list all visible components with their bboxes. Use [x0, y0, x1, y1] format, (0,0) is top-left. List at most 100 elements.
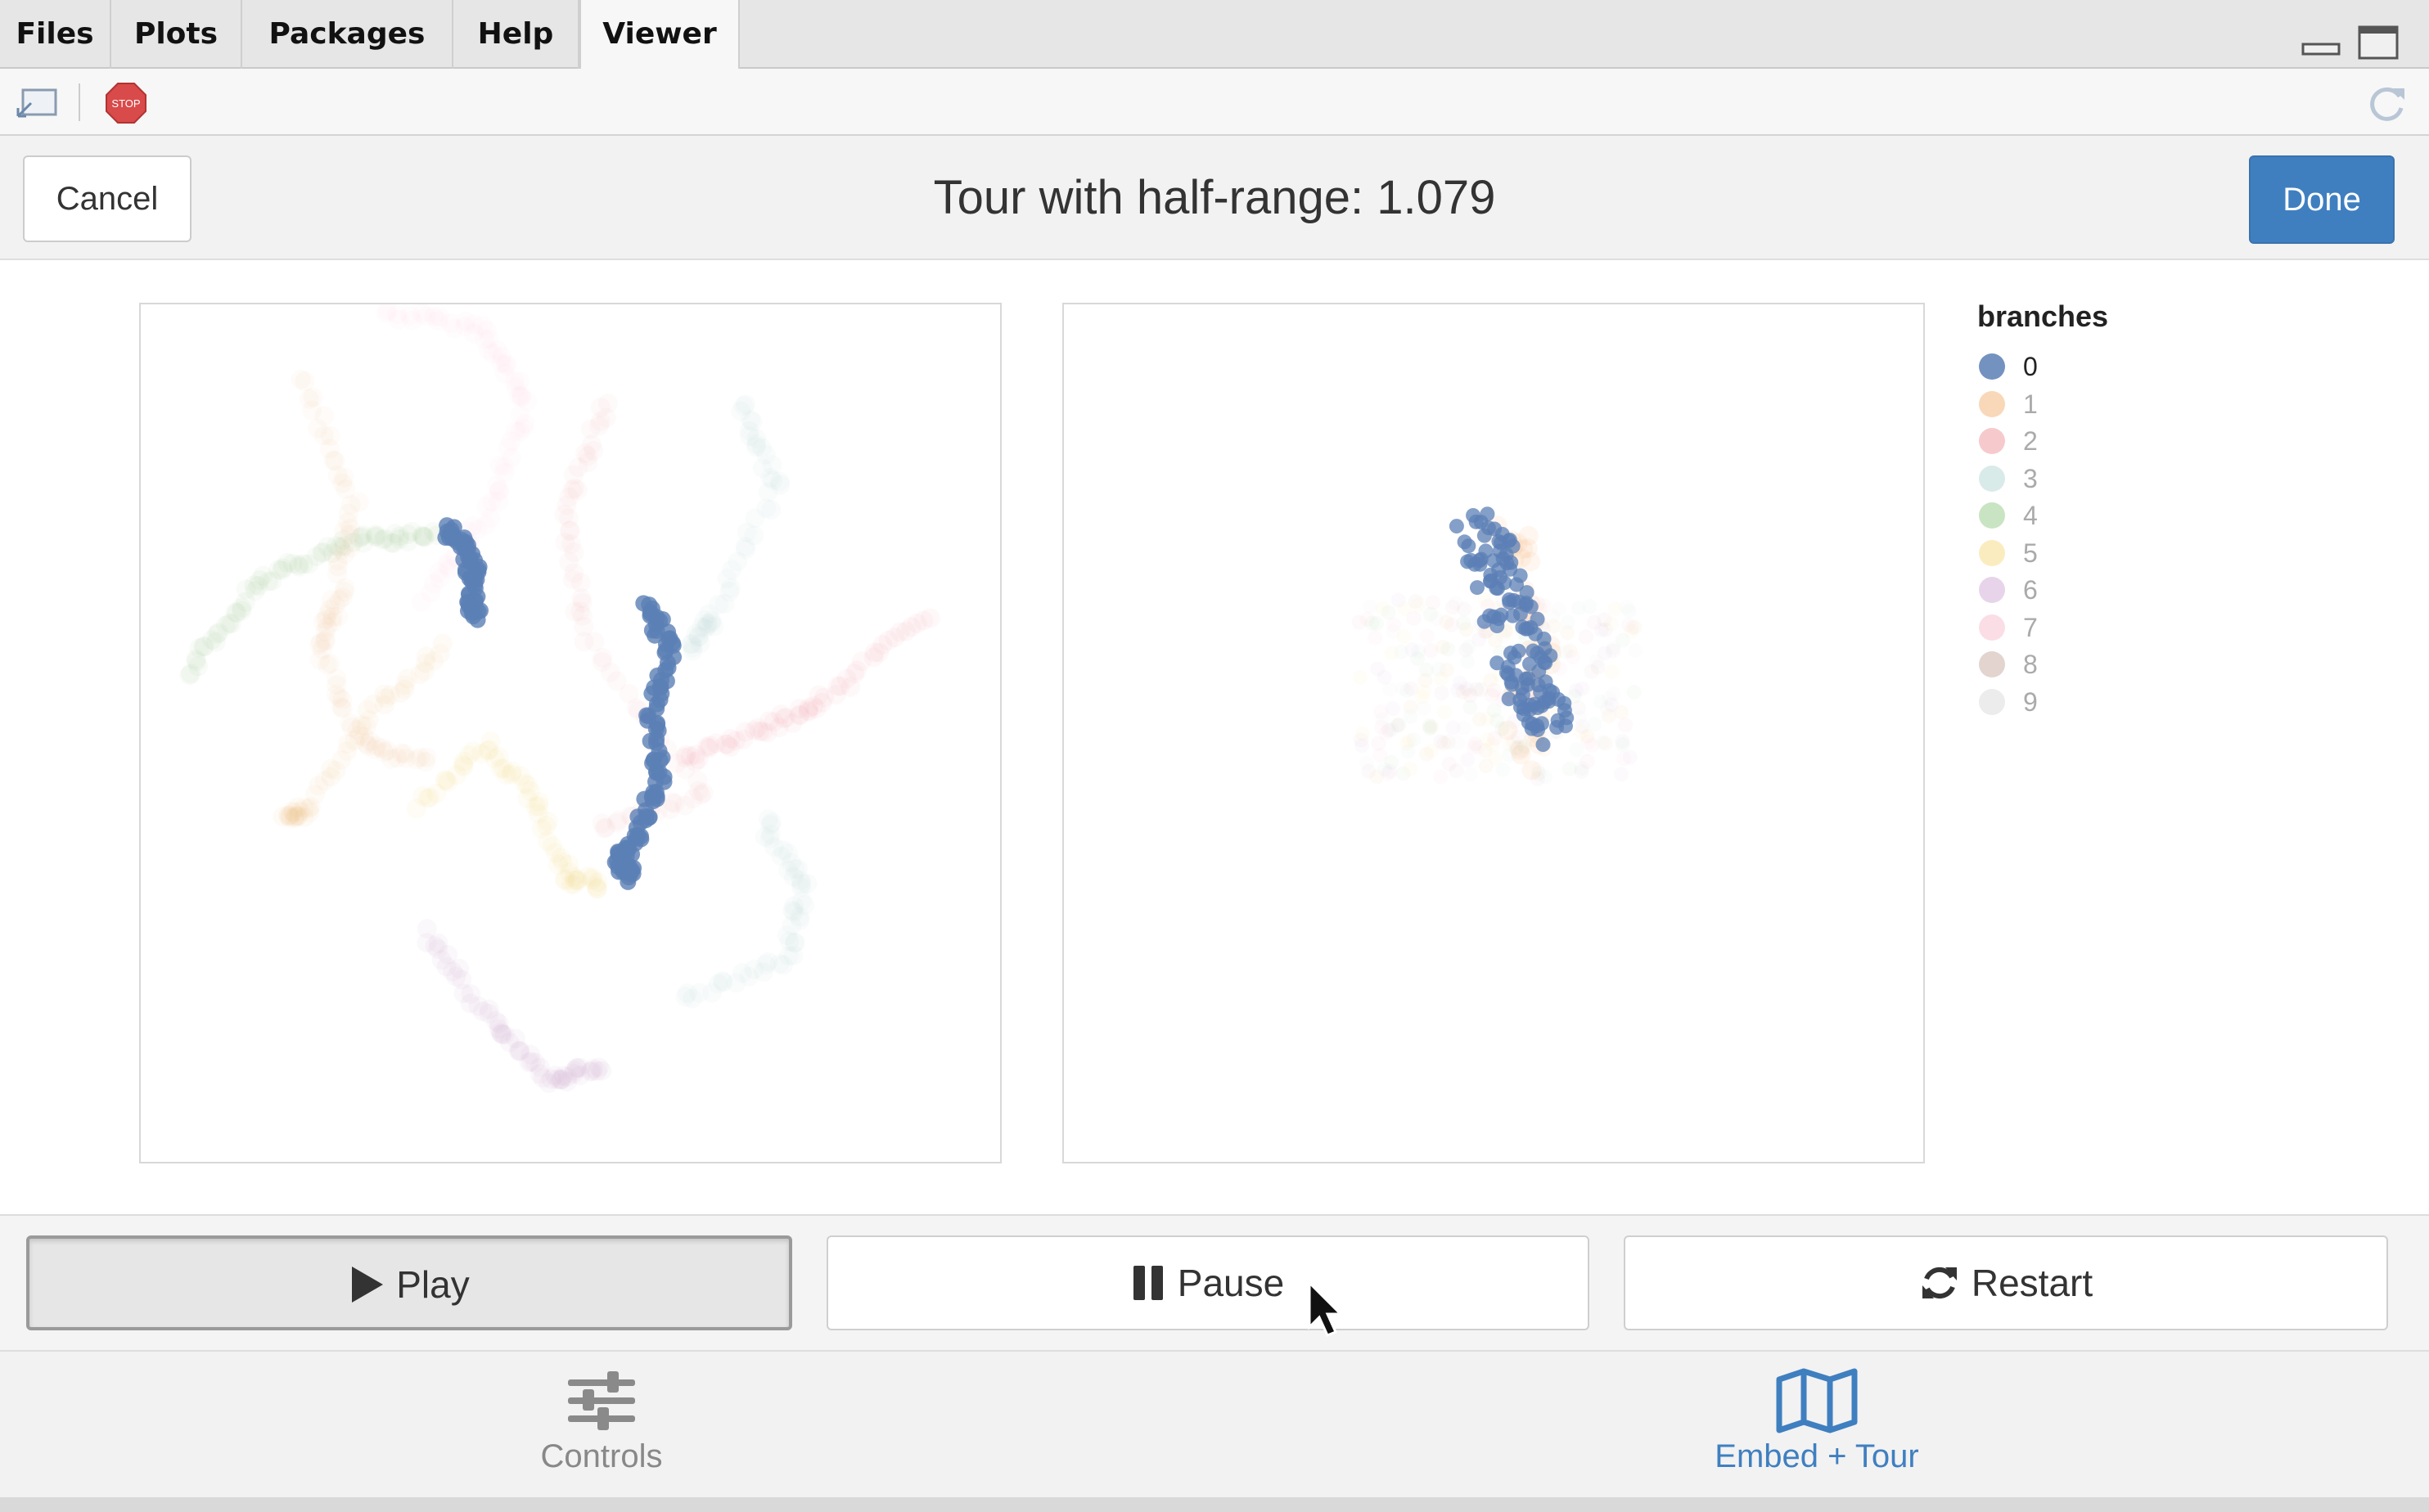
data-point — [1469, 580, 1485, 596]
legend-dot — [1979, 465, 2005, 492]
data-point — [1512, 568, 1528, 583]
legend-dot — [1979, 651, 2005, 677]
legend-label: 9 — [2023, 686, 2038, 717]
pause-icon — [1133, 1265, 1163, 1300]
data-point — [1386, 624, 1401, 640]
tab-viewer[interactable]: Viewer — [579, 0, 740, 70]
data-point — [1598, 736, 1613, 751]
tour-plot[interactable] — [1062, 303, 1925, 1163]
tour-controls: Play Pause Restart — [0, 1214, 2429, 1350]
data-point — [1371, 736, 1386, 751]
legend-dot — [1979, 539, 2005, 566]
data-point — [415, 752, 435, 772]
data-point — [469, 611, 486, 628]
data-point — [1537, 641, 1552, 656]
data-point — [1628, 643, 1643, 659]
data-point — [1533, 684, 1548, 700]
tab-packages[interactable]: Packages — [242, 0, 453, 69]
data-point — [1530, 722, 1546, 737]
data-point — [1444, 600, 1460, 615]
tab-packages-label: Packages — [268, 17, 426, 51]
data-point — [1587, 716, 1602, 731]
toolbar-divider — [79, 83, 80, 121]
data-point — [1457, 534, 1472, 550]
data-point — [1460, 752, 1476, 767]
tab-files[interactable]: Files — [0, 0, 111, 69]
nav-embed-tour-label: Embed + Tour — [1715, 1438, 1919, 1474]
data-point — [1572, 710, 1588, 726]
data-point — [1584, 738, 1600, 754]
data-point — [1494, 607, 1509, 623]
data-point — [1615, 632, 1630, 648]
tab-files-label: Files — [16, 17, 94, 51]
play-button[interactable]: Play — [26, 1235, 792, 1330]
gadget-title-bar: Tour with half-range: 1.079 Cancel Done — [0, 136, 2429, 260]
data-point — [1519, 585, 1534, 601]
tab-plots[interactable]: Plots — [111, 0, 242, 69]
data-point — [1403, 700, 1418, 715]
data-point — [1568, 682, 1584, 698]
data-point — [1423, 744, 1439, 759]
data-point — [1571, 601, 1586, 616]
pause-button[interactable]: Pause — [827, 1235, 1589, 1330]
data-point — [1621, 603, 1637, 619]
show-in-window-icon[interactable] — [13, 85, 59, 121]
data-point — [1444, 617, 1459, 632]
legend-dot — [1979, 688, 2005, 715]
data-point — [1404, 642, 1420, 658]
data-point — [1501, 533, 1516, 549]
data-point — [1551, 601, 1566, 617]
data-point — [273, 806, 293, 826]
data-point — [1506, 592, 1521, 608]
minimize-icon[interactable] — [2301, 33, 2341, 57]
pane-tab-bar: Files Plots Packages Help Viewer — [0, 0, 2429, 70]
nav-controls[interactable]: Controls — [458, 1352, 745, 1499]
data-point — [619, 863, 636, 880]
legend-label: 4 — [2023, 501, 2038, 530]
data-point — [1397, 601, 1413, 617]
data-point — [1462, 767, 1478, 782]
data-point — [1462, 700, 1478, 715]
data-point — [1419, 628, 1435, 644]
data-point — [586, 876, 606, 897]
data-point — [1626, 685, 1642, 700]
data-point — [592, 813, 612, 834]
data-point — [675, 987, 696, 1007]
data-point — [1614, 767, 1629, 782]
data-point — [412, 592, 432, 612]
legend-label: 5 — [2023, 538, 2038, 568]
legend-dot — [1979, 428, 2005, 454]
maximize-icon[interactable] — [2357, 25, 2400, 61]
data-point — [647, 734, 665, 751]
restart-button[interactable]: Restart — [1624, 1235, 2388, 1330]
restart-label: Restart — [1971, 1262, 2093, 1304]
legend-label: 2 — [2023, 426, 2038, 456]
data-point — [1390, 718, 1405, 733]
window-bottom-edge — [0, 1497, 2429, 1512]
data-point — [1422, 721, 1438, 736]
tab-help[interactable]: Help — [453, 0, 579, 69]
data-point — [1480, 520, 1496, 536]
legend-dot — [1979, 614, 2005, 641]
data-point — [1511, 643, 1526, 659]
data-point — [1616, 751, 1632, 767]
data-point — [1417, 684, 1432, 700]
data-point — [1615, 736, 1630, 752]
nav-embed-tour[interactable]: Embed + Tour — [1678, 1352, 1956, 1499]
legend-dot — [1979, 390, 2005, 417]
data-point — [1508, 668, 1524, 683]
data-point — [1434, 686, 1449, 701]
embedding-plot[interactable] — [139, 303, 1002, 1163]
done-button[interactable]: Done — [2249, 155, 2395, 244]
refresh-icon[interactable] — [2364, 80, 2409, 126]
stop-icon[interactable]: STOP — [105, 82, 147, 124]
data-point — [1381, 605, 1396, 620]
data-point — [562, 569, 583, 590]
data-point — [1604, 664, 1620, 680]
data-point — [1487, 632, 1503, 648]
viewer-toolbar: STOP — [0, 69, 2429, 136]
data-point — [1569, 742, 1584, 758]
data-point — [1431, 661, 1446, 677]
cancel-button[interactable]: Cancel — [23, 155, 192, 242]
refresh-icon — [1922, 1267, 1957, 1298]
